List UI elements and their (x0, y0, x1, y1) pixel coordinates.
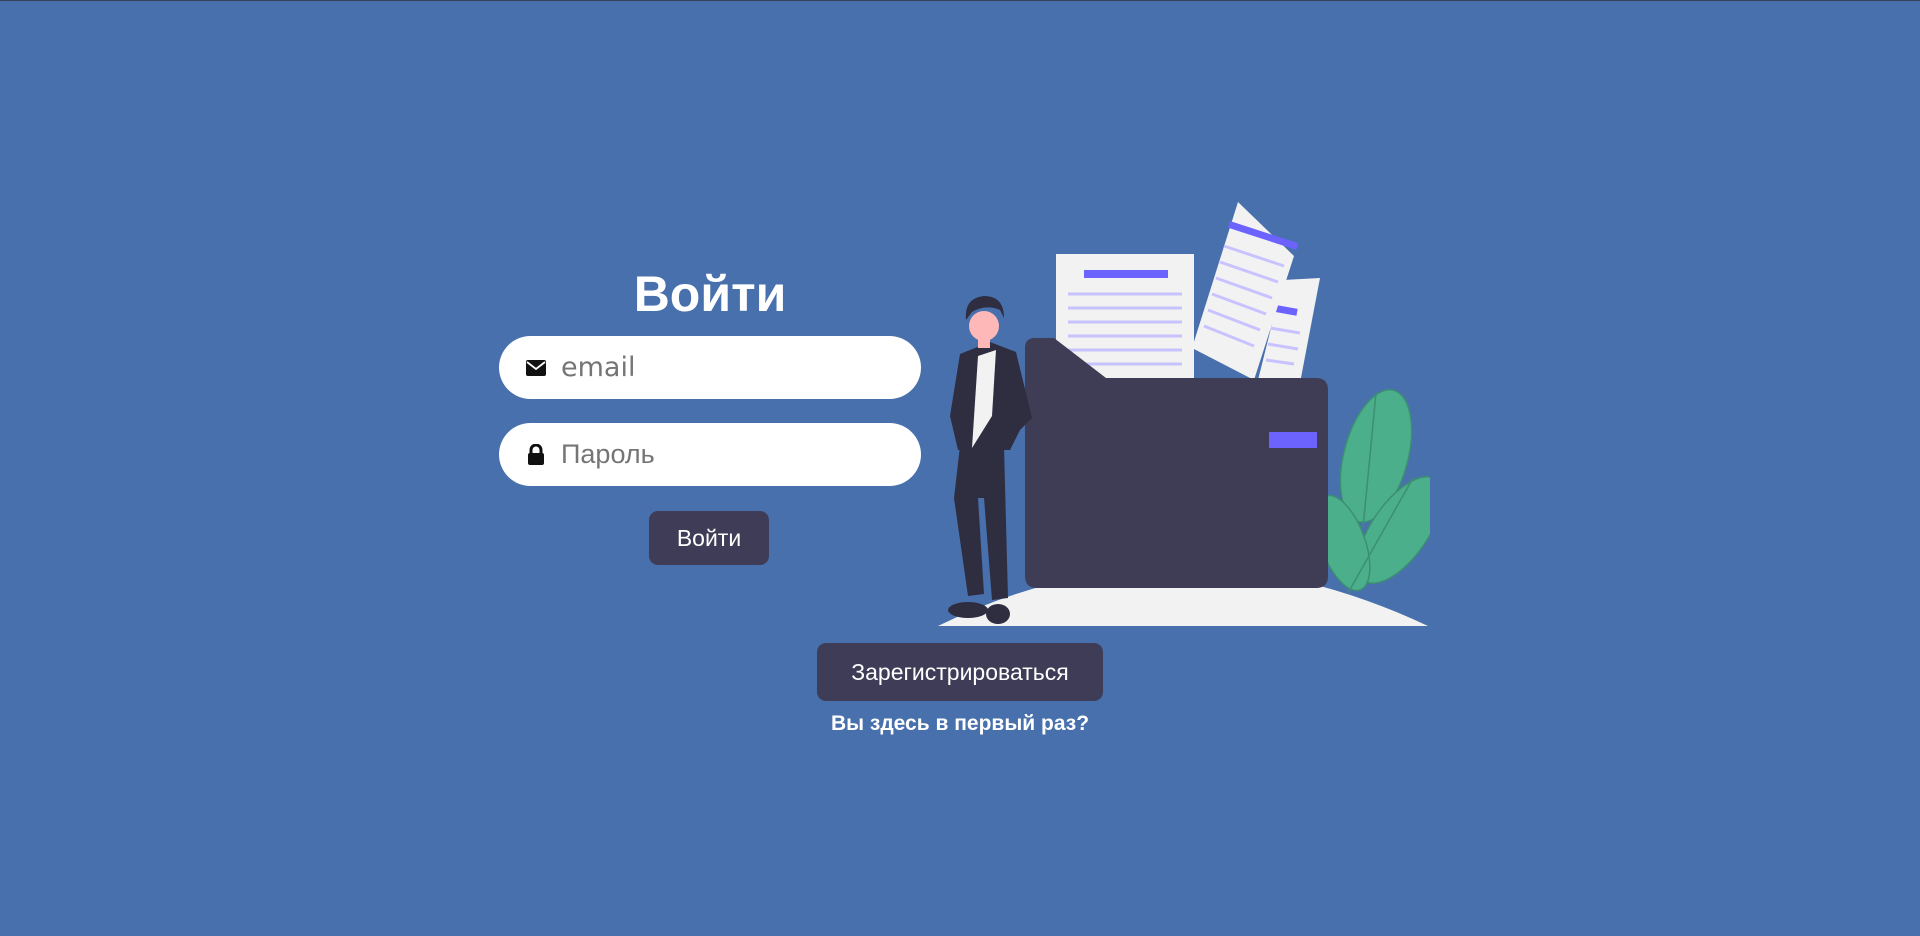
top-border (0, 0, 1920, 1)
person (948, 296, 1032, 624)
login-form: Войти Войти (499, 262, 921, 565)
password-input[interactable] (561, 431, 901, 477)
illustration (938, 202, 1430, 626)
folder-label (1269, 432, 1317, 448)
register-button[interactable]: Зарегистрироваться (817, 643, 1103, 701)
password-field[interactable] (499, 423, 921, 486)
login-title: Войти (633, 266, 787, 322)
lock-icon (525, 423, 547, 486)
email-input[interactable] (561, 344, 901, 390)
login-button[interactable]: Войти (649, 511, 769, 565)
envelope-icon (525, 336, 547, 399)
first-time-hint: Вы здесь в первый раз? (830, 712, 1090, 735)
email-field[interactable] (499, 336, 921, 399)
